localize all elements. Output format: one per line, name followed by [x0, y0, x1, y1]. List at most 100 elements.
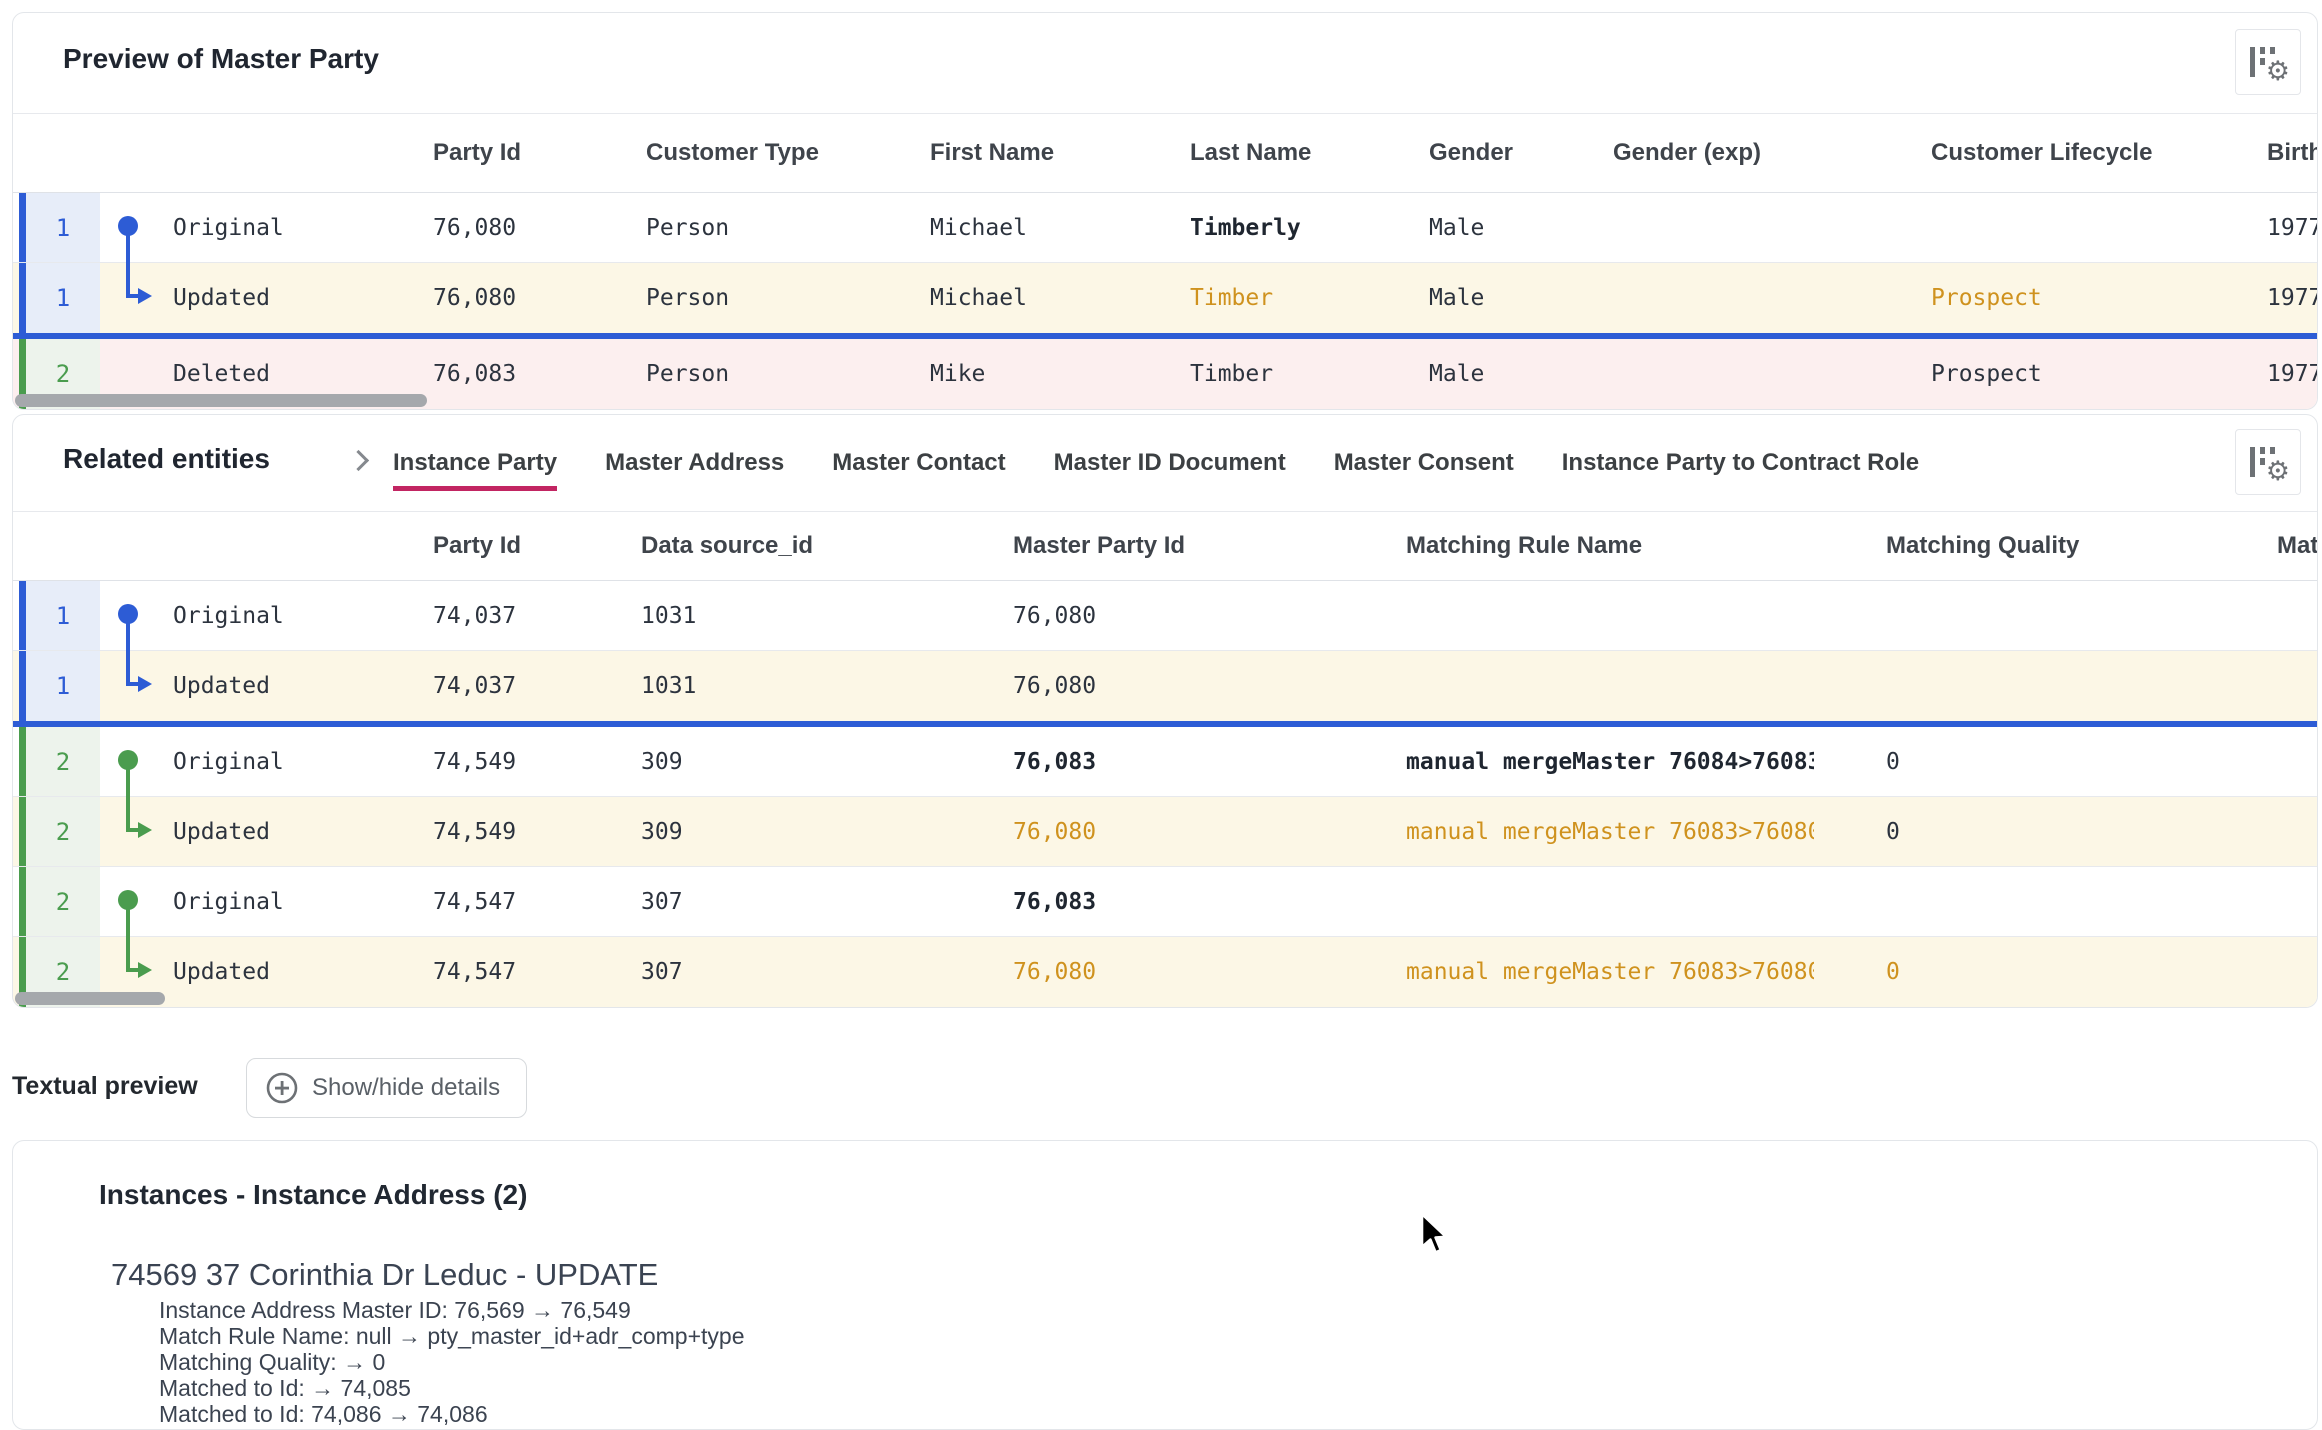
column-header-matching-quality: Matching Quality: [1886, 532, 2079, 560]
tab-instance-party[interactable]: Instance Party: [393, 449, 557, 491]
column-header-gender-exp: Gender (exp): [1613, 139, 1761, 167]
cell-master-party-id: 76,083: [1013, 749, 1096, 775]
horizontal-scrollbar-thumb[interactable]: [15, 992, 165, 1005]
table-row[interactable]: 1 Updated 74,037 1031 76,080: [13, 651, 2317, 721]
column-settings-button[interactable]: ⚙: [2235, 429, 2301, 495]
cell-customer-lifecycle: Prospect: [1931, 361, 2042, 387]
table-settings-icon: ⚙: [2250, 445, 2286, 479]
detail-line-clipped: Matched to Id: 74,086 → 74,086: [159, 1401, 745, 1427]
table-row[interactable]: 2 Updated 74,547 307 76,080 manual merge…: [13, 937, 2317, 1007]
cell-first-name: Michael: [930, 215, 1027, 241]
table-settings-icon: ⚙: [2250, 45, 2286, 79]
cell-master-party-id: 76,080: [1013, 603, 1096, 629]
merge-origin-dot-icon: [100, 867, 160, 937]
plus-circle-icon: [265, 1071, 299, 1105]
cell-party-id: 76,080: [433, 215, 516, 241]
merge-arrow-icon: [100, 263, 160, 333]
column-header-matched-to-id: Matched To Id: [2277, 532, 2318, 560]
tab-instance-party-to-contract-role[interactable]: Instance Party to Contract Role: [1562, 449, 1919, 491]
row-group-number: 1: [26, 263, 100, 333]
cell-birth-date: 1977-: [2267, 285, 2318, 311]
column-header-customer-lifecycle: Customer Lifecycle: [1931, 139, 2152, 167]
detail-line: Instance Address Master ID: 76,569 → 76,…: [159, 1297, 745, 1323]
cell-data-source-id: 1031: [641, 603, 696, 629]
cell-customer-type: Person: [646, 361, 729, 387]
table-row[interactable]: 1 Original 74,037 1031 76,080: [13, 581, 2317, 651]
row-accent-bar: [19, 193, 26, 262]
row-state-label: Updated: [173, 285, 270, 311]
column-header-first-name: First Name: [930, 139, 1054, 167]
cell-data-source-id: 1031: [641, 673, 696, 699]
row-state-label: Original: [173, 749, 284, 775]
column-header-data-source-id: Data source_id: [641, 532, 813, 560]
instances-section-title: Instances - Instance Address (2): [99, 1179, 527, 1211]
tab-master-id-document[interactable]: Master ID Document: [1054, 449, 1286, 491]
cell-first-name: Michael: [930, 285, 1027, 311]
textual-preview-label: Textual preview: [12, 1072, 198, 1101]
column-settings-button[interactable]: ⚙: [2235, 29, 2301, 95]
table-header-row: Party Id Customer Type First Name Last N…: [13, 113, 2317, 193]
cell-matching-rule-name: manual mergeMaster 76083>76080: [1406, 959, 1814, 985]
cell-last-name: Timberly: [1190, 215, 1301, 241]
cell-last-name: Timber: [1190, 285, 1273, 311]
cell-data-source-id: 309: [641, 749, 683, 775]
instance-record-details: Instance Address Master ID: 76,569 → 76,…: [159, 1297, 745, 1427]
cell-master-party-id: 76,083: [1013, 889, 1096, 915]
cell-party-id: 76,080: [433, 285, 516, 311]
row-state-label: Deleted: [173, 361, 270, 387]
detail-line: Matched to Id: → 74,085: [159, 1375, 745, 1401]
row-group-number: 2: [26, 797, 100, 866]
column-header-matching-rule-name: Matching Rule Name: [1406, 532, 1814, 560]
column-header-party-id: Party Id: [433, 139, 521, 167]
table-row[interactable]: 2 Original 74,549 309 76,083 manual merg…: [13, 727, 2317, 797]
chevron-right-icon: [348, 450, 369, 471]
row-accent-bar: [19, 651, 26, 721]
master-party-preview-card: Preview of Master Party ⚙ Party Id Custo…: [12, 12, 2318, 410]
merge-origin-dot-icon: [100, 727, 160, 797]
cell-last-name: Timber: [1190, 361, 1273, 387]
cell-master-party-id: 76,080: [1013, 819, 1096, 845]
tab-master-address[interactable]: Master Address: [605, 449, 784, 491]
table-row[interactable]: 2 Original 74,547 307 76,083: [13, 867, 2317, 937]
show-hide-details-button[interactable]: Show/hide details: [246, 1058, 527, 1118]
detail-line: Match Rule Name: null → pty_master_id+ad…: [159, 1323, 745, 1349]
cell-matching-quality: 0: [1886, 959, 1900, 985]
cell-matching-rule-name: manual mergeMaster 76084>76083: [1406, 749, 1814, 775]
row-group-number: 1: [26, 651, 100, 721]
cell-first-name: Mike: [930, 361, 985, 387]
card-title: Preview of Master Party: [63, 43, 379, 75]
table-row[interactable]: 2 Updated 74,549 309 76,080 manual merge…: [13, 797, 2317, 867]
cell-birth-date: 1977-: [2267, 215, 2318, 241]
tab-master-consent[interactable]: Master Consent: [1334, 449, 1514, 491]
column-header-last-name: Last Name: [1190, 139, 1311, 167]
row-group-number: 1: [26, 193, 100, 262]
cell-customer-type: Person: [646, 215, 729, 241]
row-accent-bar: [19, 797, 26, 866]
row-group-number: 2: [26, 867, 100, 936]
row-group-number: 2: [26, 727, 100, 796]
cell-matching-quality: 0: [1886, 819, 1900, 845]
table-row[interactable]: 1 Updated 76,080 Person Michael Timber M…: [13, 263, 2317, 333]
cell-customer-type: Person: [646, 285, 729, 311]
cell-party-id: 76,083: [433, 361, 516, 387]
detail-line: Matching Quality: → 0: [159, 1349, 745, 1375]
instance-record-title: 74569 37 Corinthia Dr Leduc - UPDATE: [111, 1257, 658, 1293]
cell-party-id: 74,547: [433, 889, 516, 915]
table-row[interactable]: 1 Original 76,080 Person Michael Timberl…: [13, 193, 2317, 263]
horizontal-scrollbar-thumb[interactable]: [15, 394, 427, 407]
cell-party-id: 74,547: [433, 959, 516, 985]
table-header-row: Party Id Data source_id Master Party Id …: [13, 511, 2317, 581]
tab-master-contact[interactable]: Master Contact: [832, 449, 1005, 491]
column-header-party-id: Party Id: [433, 532, 521, 560]
cell-data-source-id: 309: [641, 819, 683, 845]
row-state-label: Updated: [173, 819, 270, 845]
cell-gender: Male: [1429, 361, 1484, 387]
cell-birth-date: 1977-: [2267, 361, 2318, 387]
column-header-master-party-id: Master Party Id: [1013, 532, 1185, 560]
row-accent-bar: [19, 867, 26, 936]
cell-party-id: 74,037: [433, 603, 516, 629]
cell-master-party-id: 76,080: [1013, 673, 1096, 699]
related-entities-tabs: Instance Party Master Address Master Con…: [393, 449, 1919, 491]
column-header-birth-date: Birth Date: [2267, 139, 2318, 167]
cell-matching-quality: 0: [1886, 749, 1900, 775]
